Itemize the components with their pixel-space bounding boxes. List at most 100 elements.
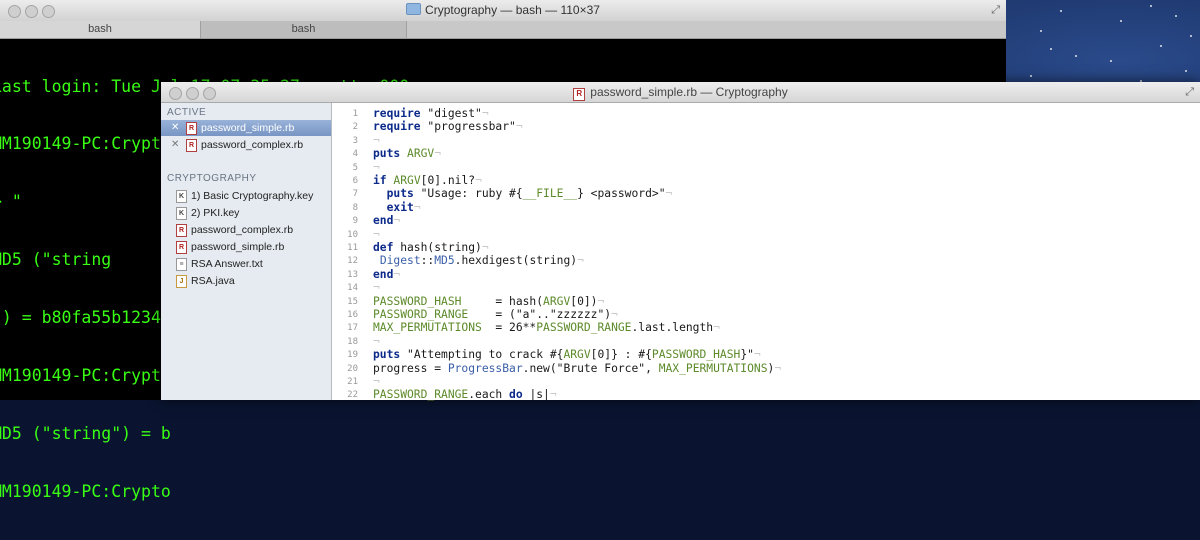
file-label: password_simple.rb (201, 122, 295, 134)
terminal-line: MD5 ("string") = b (0, 423, 171, 443)
project-file-rsa-answer[interactable]: ≡ RSA Answer.txt (161, 256, 331, 272)
active-file-password-simple[interactable]: ✕ R password_simple.rb (161, 120, 331, 136)
project-sidebar: ACTIVE ✕ R password_simple.rb ✕ R passwo… (161, 103, 332, 400)
code-line: ¬ (373, 281, 380, 295)
file-label: RSA Answer.txt (191, 258, 263, 270)
star (1030, 75, 1032, 77)
ruby-file-icon: R (186, 122, 197, 135)
ruby-file-icon: R (176, 241, 187, 254)
code-line: PASSWORD_HASH = hash(ARGV[0])¬ (373, 294, 605, 308)
code-line: end¬ (373, 214, 401, 228)
code-editor[interactable]: 1 2 3 4 5 6 7 8 9 10 11 12 13 14 15 16 17 18 19 20 21 22 requ… (332, 103, 1200, 401)
ruby-file-icon: R (573, 88, 586, 101)
editor-window[interactable]: Rpassword_simple.rb — Cryptography ⤢ ACT… (161, 82, 1200, 401)
keynote-file-icon: K (176, 190, 187, 203)
code-line: ¬ (373, 160, 380, 174)
project-section-header: CRYPTOGRAPHY (167, 173, 257, 184)
ruby-file-icon: R (176, 224, 187, 237)
ruby-file-icon: R (186, 139, 197, 152)
project-file-password-simple[interactable]: R password_simple.rb (161, 239, 331, 255)
star (1050, 48, 1052, 50)
line-number: 13 (347, 269, 358, 280)
code-line: ¬ (373, 375, 380, 388)
folder-icon (406, 3, 422, 15)
line-number: 11 (347, 243, 358, 253)
line-number: 1 (352, 109, 358, 119)
code-line: MAX_PERMUTATIONS = 26**PASSWORD_RANGE.la… (373, 321, 720, 335)
star (1190, 35, 1192, 37)
active-section-header: ACTIVE (167, 107, 207, 118)
code-line: PASSWORD_RANGE = ("a".."zzzzzz")¬ (373, 308, 618, 321)
code-line: progress = ProgressBar.new("Brute Force"… (373, 361, 782, 375)
project-file-rsa-java[interactable]: J RSA.java (161, 273, 331, 289)
code-line: exit¬ (386, 200, 421, 214)
file-label: 1) Basic Cryptography.key (191, 190, 314, 202)
project-file-basic-cryptography[interactable]: K 1) Basic Cryptography.key (161, 188, 331, 204)
line-number: 7 (352, 189, 358, 200)
file-label: RSA.java (191, 275, 235, 287)
line-number: 19 (347, 350, 358, 361)
file-label: 2) PKI.key (191, 207, 240, 219)
terminal-titlebar[interactable]: Cryptography — bash — 110×37 ⤢ (0, 0, 1006, 22)
editor-title: Rpassword_simple.rb — Cryptography (161, 85, 1200, 101)
close-tab-icon[interactable]: ✕ (171, 137, 179, 153)
file-label: password_complex.rb (201, 139, 304, 151)
code-line: puts "Attempting to crack #{ARGV[0]} : #… (373, 348, 761, 362)
line-number: 22 (347, 390, 358, 401)
code-line: if ARGV[0].nil?¬ (373, 174, 482, 187)
code-line: puts ARGV¬ (373, 147, 442, 161)
project-file-password-complex[interactable]: R password_complex.rb (161, 222, 331, 238)
editor-titlebar[interactable]: Rpassword_simple.rb — Cryptography ⤢ (161, 82, 1200, 103)
java-file-icon: J (176, 275, 187, 288)
star (1175, 15, 1177, 17)
line-number: 6 (352, 176, 358, 186)
terminal-line: MM190149-PC:Crypto (0, 481, 171, 501)
fullscreen-icon[interactable]: ⤢ (1185, 86, 1194, 99)
line-number: 2 (352, 122, 358, 133)
file-label: password_simple.rb (191, 241, 285, 253)
star (1060, 10, 1062, 12)
fullscreen-icon[interactable]: ⤢ (991, 4, 1000, 17)
line-number: 12 (347, 256, 358, 267)
star (1160, 45, 1162, 47)
code-line: require "digest"¬ (373, 107, 489, 120)
code-line: ¬ (373, 334, 380, 348)
active-file-password-complex[interactable]: ✕ R password_complex.rb (161, 137, 331, 153)
terminal-title-text: Cryptography — bash — 110×37 (425, 3, 600, 17)
line-number: 9 (352, 216, 358, 227)
line-number: 15 (347, 296, 358, 307)
file-label: password_complex.rb (191, 224, 294, 236)
project-file-pki[interactable]: K 2) PKI.key (161, 205, 331, 221)
line-number: 20 (347, 363, 358, 374)
terminal-title: Cryptography — bash — 110×37 (0, 3, 1006, 17)
text-file-icon: ≡ (176, 258, 187, 271)
code-line: ¬ (373, 227, 380, 241)
code-line: def hash(string)¬ (373, 241, 489, 254)
code-line: require "progressbar"¬ (373, 120, 523, 134)
star (1150, 5, 1152, 7)
code-line: end¬ (373, 267, 401, 281)
star (1075, 55, 1077, 57)
code-line: ¬ (373, 133, 380, 147)
keynote-file-icon: K (176, 207, 187, 220)
editor-title-text: password_simple.rb — Cryptography (590, 85, 788, 99)
line-number: 10 (347, 229, 358, 240)
star (1185, 70, 1187, 72)
tab-bash-2[interactable]: bash (201, 21, 407, 38)
line-number: 21 (347, 377, 358, 387)
line-number: 4 (352, 149, 358, 160)
close-tab-icon[interactable]: ✕ (171, 120, 179, 136)
code-line: Digest::MD5.hexdigest(string)¬ (379, 254, 584, 268)
code-line: puts "Usage: ruby #{__FILE__} <password>… (386, 187, 673, 201)
line-number: 17 (347, 323, 358, 334)
terminal-tab-bar: bash bash (0, 21, 1006, 39)
line-number: 5 (352, 162, 358, 173)
line-number: 16 (347, 310, 358, 320)
line-number: 14 (347, 283, 358, 294)
star (1120, 20, 1122, 22)
line-number: 18 (347, 336, 358, 347)
line-number: 3 (352, 135, 358, 146)
star (1110, 60, 1112, 62)
star (1040, 30, 1042, 32)
tab-bash-1[interactable]: bash (0, 21, 201, 38)
